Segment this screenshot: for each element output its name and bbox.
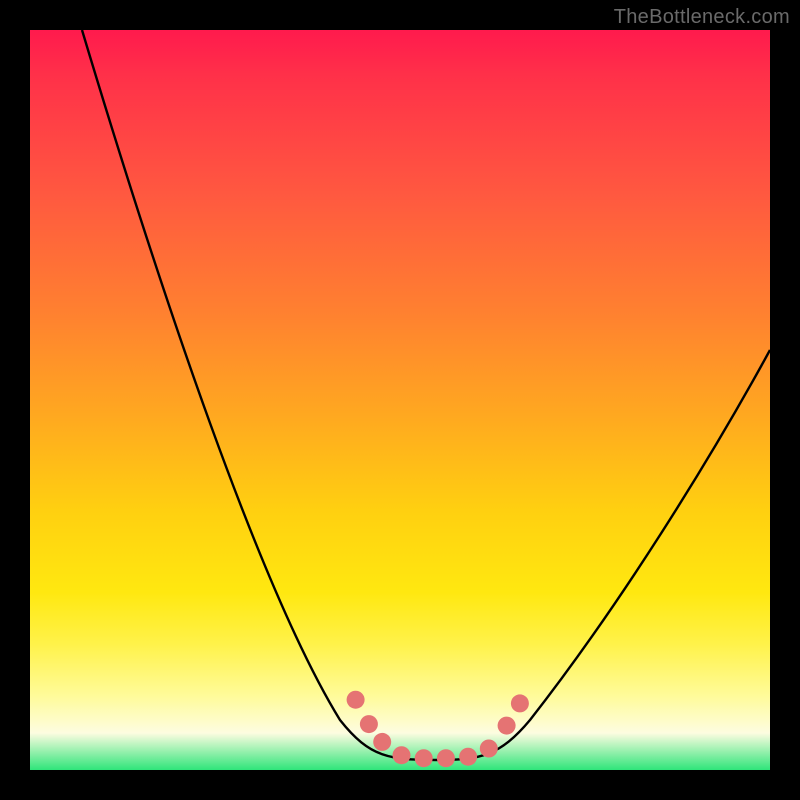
valley-marker xyxy=(415,749,433,767)
plot-area xyxy=(30,30,770,770)
valley-marker xyxy=(511,694,529,712)
chart-frame: TheBottleneck.com xyxy=(0,0,800,800)
valley-marker xyxy=(480,740,498,758)
valley-markers xyxy=(30,30,770,770)
valley-marker xyxy=(373,733,391,751)
marker-group xyxy=(347,691,529,768)
valley-marker xyxy=(498,717,516,735)
valley-marker xyxy=(459,748,477,766)
valley-marker xyxy=(360,715,378,733)
valley-marker xyxy=(393,746,411,764)
valley-marker xyxy=(347,691,365,709)
valley-marker xyxy=(437,749,455,767)
watermark-label: TheBottleneck.com xyxy=(614,6,790,29)
